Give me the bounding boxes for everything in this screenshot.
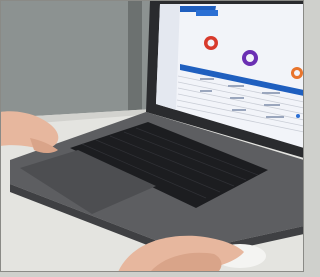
photo-scene xyxy=(0,0,305,272)
screen-header-button xyxy=(196,10,218,16)
photo-illustration xyxy=(0,0,305,272)
screen-sidebar xyxy=(156,4,180,110)
screen-donut-red-hole xyxy=(207,39,215,47)
screen-donut-purple-hole xyxy=(246,54,254,62)
screen-donut-orange-hole xyxy=(294,70,300,76)
screen-status-dot xyxy=(296,114,300,118)
